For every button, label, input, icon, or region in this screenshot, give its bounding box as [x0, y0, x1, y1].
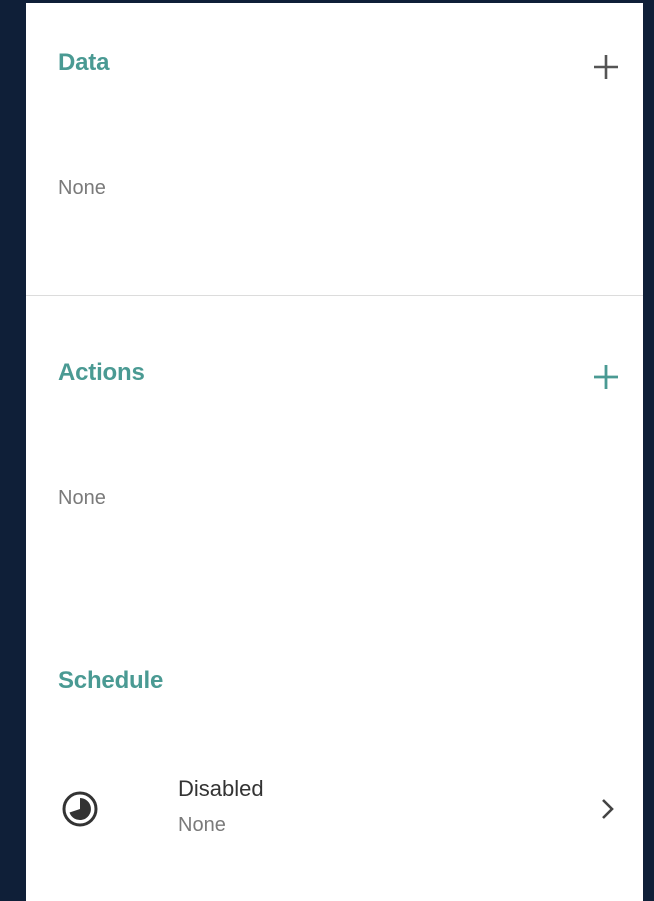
plus-icon [594, 365, 618, 389]
plus-icon [594, 55, 618, 79]
add-data-button[interactable] [590, 51, 622, 83]
schedule-status-subtitle: None [178, 814, 226, 836]
data-section-title: Data [58, 49, 110, 76]
section-divider [26, 295, 643, 296]
actions-section-title: Actions [58, 359, 145, 386]
settings-panel: Data None Actions None Schedule Disabled… [26, 3, 643, 901]
schedule-item[interactable]: Disabled None [26, 745, 643, 849]
add-action-button[interactable] [590, 361, 622, 393]
schedule-section-title: Schedule [58, 667, 164, 694]
chevron-right-icon [602, 799, 614, 819]
data-empty-text: None [58, 177, 106, 199]
schedule-status-title: Disabled [178, 776, 264, 801]
actions-empty-text: None [58, 487, 106, 509]
schedule-clock-icon [62, 791, 98, 827]
